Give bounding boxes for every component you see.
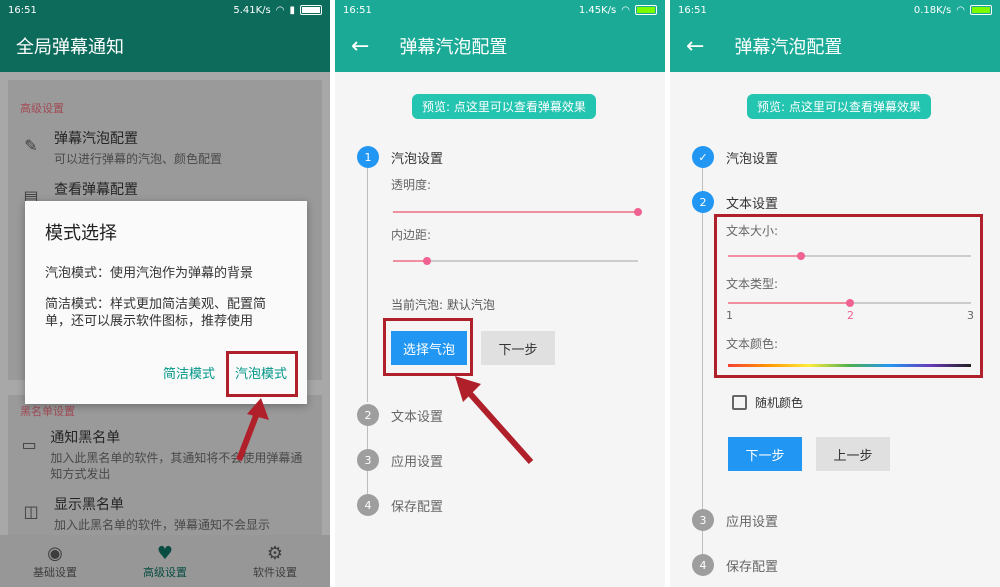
highlight-box — [383, 318, 473, 376]
step-label: 汽泡设置 — [391, 151, 444, 167]
panel-global-danmaku: 16:51 5.41K/s ◠ ▮ 全局弹幕通知 高级设置 ✎ 弹幕汽泡配置 可… — [0, 0, 330, 587]
step-number: 4 — [692, 554, 714, 576]
page-title: 弹幕汽泡配置 — [399, 37, 508, 58]
wifi-icon: ◠ — [621, 4, 630, 16]
step-label: 保存配置 — [391, 499, 444, 515]
step-label: 应用设置 — [391, 454, 444, 470]
step-number: 2 — [357, 404, 379, 426]
stepper-line — [702, 213, 703, 509]
panel-bubble-config-step2: 16:51 0.18K/s ◠ ← 弹幕汽泡配置 预览: 点这里可以查看弹幕效果… — [670, 0, 1000, 587]
stepper-line — [367, 424, 368, 450]
app-bar: ← 弹幕汽泡配置 — [670, 20, 1000, 72]
net-speed: 5.41K/s — [233, 4, 271, 16]
step-number: 3 — [357, 449, 379, 471]
step-label: 汽泡设置 — [726, 151, 779, 167]
stepper-line — [702, 530, 703, 554]
slider-fill — [393, 211, 638, 213]
status-time: 16:51 — [343, 4, 372, 16]
step-save-config[interactable]: 4 保存配置 — [692, 554, 778, 576]
step-bubble-settings[interactable]: ✓ 汽泡设置 — [692, 146, 778, 168]
app-bar: 全局弹幕通知 — [0, 20, 330, 72]
checkbox-label: 随机颜色 — [755, 396, 804, 410]
status-bar: 16:51 0.18K/s ◠ — [670, 0, 1000, 20]
battery-icon — [970, 5, 992, 15]
checkbox-box[interactable] — [732, 395, 747, 410]
page-title: 弹幕汽泡配置 — [734, 37, 843, 58]
slider-thumb[interactable] — [423, 257, 432, 265]
next-step-button[interactable]: 下一步 — [728, 437, 802, 471]
signal-icon: ▮ — [289, 4, 295, 16]
status-time: 16:51 — [8, 4, 37, 16]
status-bar: 16:51 1.45K/s ◠ — [335, 0, 665, 20]
step-app-settings[interactable]: 3 应用设置 — [692, 509, 778, 531]
slider-thumb[interactable] — [634, 208, 642, 216]
highlight-box — [226, 351, 298, 397]
preview-bubble[interactable]: 预览: 点这里可以查看弹幕效果 — [412, 94, 596, 119]
prev-step-button[interactable]: 上一步 — [816, 437, 890, 471]
step-number: 2 — [692, 191, 714, 213]
step-number: 4 — [357, 494, 379, 516]
padding-label: 内边距: — [391, 228, 432, 242]
wifi-icon: ◠ — [956, 4, 965, 16]
app-bar: ← 弹幕汽泡配置 — [335, 20, 665, 72]
step-number: 1 — [357, 146, 379, 168]
transparency-label: 透明度: — [391, 178, 432, 192]
transparency-slider[interactable] — [393, 208, 642, 216]
step-number: 3 — [692, 509, 714, 531]
pointer-arrow — [236, 398, 269, 462]
panel-bubble-config-step1: 16:51 1.45K/s ◠ ← 弹幕汽泡配置 预览: 点这里可以查看弹幕效果… — [335, 0, 665, 587]
status-time: 16:51 — [678, 4, 707, 16]
page-title: 全局弹幕通知 — [16, 37, 124, 58]
highlight-box — [714, 214, 983, 378]
step-label: 保存配置 — [726, 559, 779, 575]
step-bubble-settings[interactable]: 1 汽泡设置 — [357, 146, 443, 168]
next-step-button[interactable]: 下一步 — [481, 331, 555, 365]
step-text-settings[interactable]: 2 文本设置 — [692, 191, 778, 213]
step-label: 文本设置 — [391, 409, 444, 425]
preview-bubble[interactable]: 预览: 点这里可以查看弹幕效果 — [747, 94, 931, 119]
step-save-config[interactable]: 4 保存配置 — [357, 494, 443, 516]
step-label: 应用设置 — [726, 514, 779, 530]
slider-fill — [393, 260, 428, 262]
current-bubble-text: 当前汽泡: 默认汽泡 — [391, 298, 495, 312]
check-icon: ✓ — [692, 146, 714, 168]
dialog-bubble-mode-text: 汽泡模式：使用汽泡作为弹幕的背景 — [45, 266, 254, 281]
battery-icon — [635, 5, 657, 15]
step-text-settings[interactable]: 2 文本设置 — [357, 404, 443, 426]
net-speed: 0.18K/s — [913, 4, 952, 16]
net-speed: 1.45K/s — [578, 4, 617, 16]
battery-icon — [300, 5, 322, 15]
stepper-line — [702, 168, 703, 192]
simple-mode-button[interactable]: 简洁模式 — [163, 363, 215, 382]
step-label: 文本设置 — [726, 196, 779, 212]
wifi-icon: ◠ — [275, 4, 285, 16]
dialog-title: 模式选择 — [45, 223, 117, 244]
stepper-line — [367, 470, 368, 494]
status-bar: 16:51 5.41K/s ◠ ▮ — [0, 0, 330, 20]
back-arrow-icon[interactable]: ← — [686, 34, 704, 59]
padding-slider[interactable] — [393, 257, 638, 265]
pointer-arrow — [455, 376, 534, 464]
stepper-line — [367, 168, 368, 402]
dialog-simple-mode-text: 简洁模式：样式更加简洁美观、配置简单，还可以展示软件图标，推荐使用 — [45, 297, 267, 329]
random-color-checkbox[interactable]: 随机颜色 — [732, 394, 803, 411]
step-app-settings[interactable]: 3 应用设置 — [357, 449, 443, 471]
back-arrow-icon[interactable]: ← — [351, 34, 369, 59]
